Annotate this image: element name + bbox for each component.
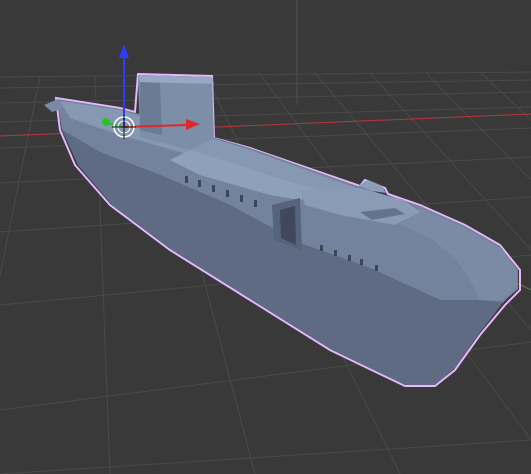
- scene-canvas[interactable]: [0, 0, 531, 474]
- gizmo-y-handle-icon[interactable]: [102, 118, 110, 126]
- 3d-viewport[interactable]: [0, 0, 531, 474]
- gizmo-z-arrow-icon[interactable]: [119, 44, 129, 58]
